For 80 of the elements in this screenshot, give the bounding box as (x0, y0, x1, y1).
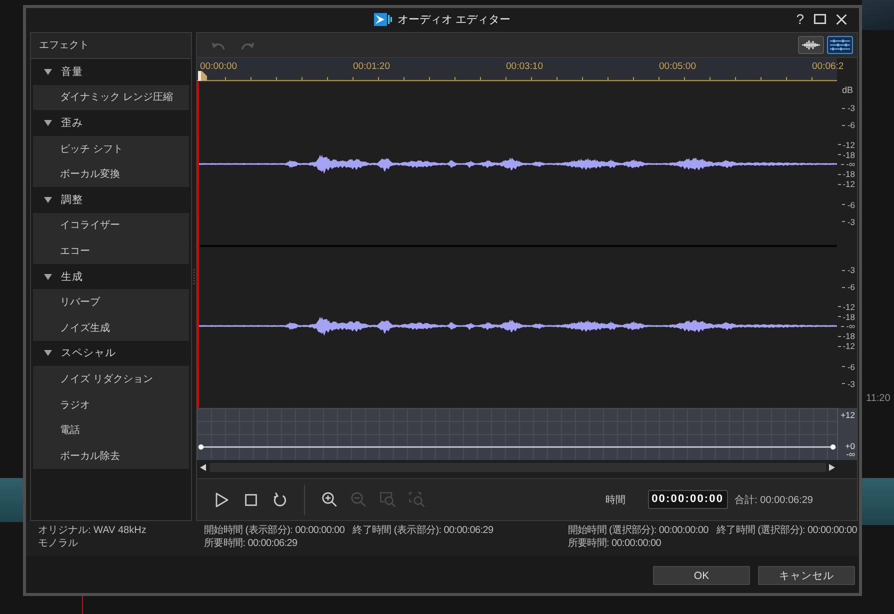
view-end-time-text: 終了時間 (表示部分): 00:00:06:29 (352, 524, 494, 537)
db-scale-label: -6 (842, 282, 855, 292)
maximize-button[interactable] (814, 14, 826, 24)
app-logo-icon (374, 12, 392, 26)
undo-arrow-icon (211, 40, 225, 50)
ruler-time-label: 00:05:00 (659, 60, 696, 72)
ruler-time-label: 00:03:10 (506, 60, 543, 72)
view-duration-text: 所要時間: 00:00:06:29 (204, 537, 298, 550)
db-scale-label: -12 (838, 179, 855, 189)
effect-item[interactable]: リバーブ (33, 289, 189, 315)
waveform-view-button[interactable] (798, 36, 824, 54)
effect-item[interactable]: ノイズ生成 (33, 314, 189, 341)
volume-scale-label: +0 (845, 442, 855, 450)
help-button[interactable]: ? (796, 11, 804, 27)
db-scale-label: -3 (842, 216, 855, 226)
stop-icon (244, 494, 256, 506)
total-duration-text: 合計: 00:00:06:29 (734, 494, 813, 506)
zoom-selection-icon (380, 492, 396, 507)
playhead-marker-icon[interactable] (198, 71, 207, 81)
close-button[interactable] (836, 14, 847, 24)
time-field[interactable]: 00:00:00:00 (648, 490, 728, 509)
effect-item[interactable]: ラジオ (33, 392, 189, 418)
effect-item[interactable]: ノイズ リダクション (33, 366, 189, 392)
cancel-button[interactable]: キャンセル (758, 566, 855, 585)
db-scale-label: -6 (842, 362, 855, 372)
redo-arrow-icon (241, 40, 255, 50)
zoom-in-icon (322, 492, 337, 507)
selection-end-time-text: 終了時間 (選択部分): 00:00:00:00 (716, 524, 857, 537)
db-scale-label: -18 (838, 312, 855, 322)
close-icon (836, 14, 847, 24)
envelope-handle[interactable] (198, 444, 204, 450)
db-scale-label: -3 (842, 378, 855, 388)
tracks-view-button[interactable] (827, 36, 853, 54)
db-scale-label: -6 (842, 120, 855, 130)
db-scale-label: -18 (838, 331, 855, 341)
effect-item[interactable]: イコライザー (33, 212, 189, 238)
effect-item[interactable]: ダイナミック レンジ圧縮 (33, 84, 189, 110)
db-scale-label: -18 (838, 150, 855, 160)
timeline-playhead-line (82, 596, 83, 614)
ruler-time-label: 00:06:2 (812, 60, 844, 72)
photo-placeholder (862, 0, 894, 30)
video-clip-placeholder (862, 478, 894, 525)
time-label: 時間 (606, 494, 626, 506)
db-scale-label: -6 (842, 200, 855, 210)
panel-header: エフェクト (31, 33, 191, 59)
effect-item[interactable]: 電話 (33, 417, 189, 443)
scroll-left-icon[interactable] (200, 464, 206, 470)
zoom-out-icon (351, 492, 366, 507)
sliders-icon (830, 39, 850, 51)
volume-scale-label: -∞ (846, 450, 855, 458)
db-scale-label: -12 (838, 302, 855, 312)
ruler-time-label: 00:01:20 (353, 60, 390, 72)
db-scale-label: -3 (842, 265, 855, 275)
db-scale-label: -3 (842, 103, 855, 113)
timeline-time-text: 11:20 (865, 393, 890, 405)
envelope-handle[interactable] (830, 444, 836, 450)
effect-item[interactable]: ピッチ シフト (33, 136, 189, 162)
effect-item[interactable]: ボーカル除去 (33, 442, 189, 468)
waveform-icon (802, 40, 820, 50)
loop-icon (272, 492, 286, 507)
db-scale-label: -18 (838, 169, 855, 179)
effect-item[interactable]: ボーカル変換 (33, 161, 189, 187)
db-scale-label: -12 (838, 140, 855, 150)
window-title: オーディオ エディター (397, 12, 511, 26)
audio-format-text: オリジナル: WAV 48kHz (38, 524, 148, 537)
view-start-time-text: 開始時間 (表示部分): 00:00:00:00 (204, 524, 345, 537)
selection-duration-text: 所要時間: 00:00:00:00 (568, 537, 662, 550)
video-clip-placeholder (0, 478, 23, 522)
ok-button[interactable]: OK (653, 566, 750, 585)
db-unit-label: dB (842, 85, 853, 95)
db-scale-label: -12 (838, 341, 855, 351)
selection-start-time-text: 開始時間 (選択部分): 00:00:00:00 (568, 524, 708, 537)
effect-item[interactable]: エコー (33, 238, 189, 264)
ruler-time-label: 00:00:00 (200, 60, 237, 72)
volume-scale-label: +12 (840, 411, 855, 419)
zoom-fit-icon (408, 492, 424, 507)
maximize-icon (814, 14, 826, 24)
scroll-right-icon[interactable] (829, 464, 835, 470)
play-icon (214, 492, 228, 508)
channel-mode-text: モノラル (38, 537, 79, 550)
